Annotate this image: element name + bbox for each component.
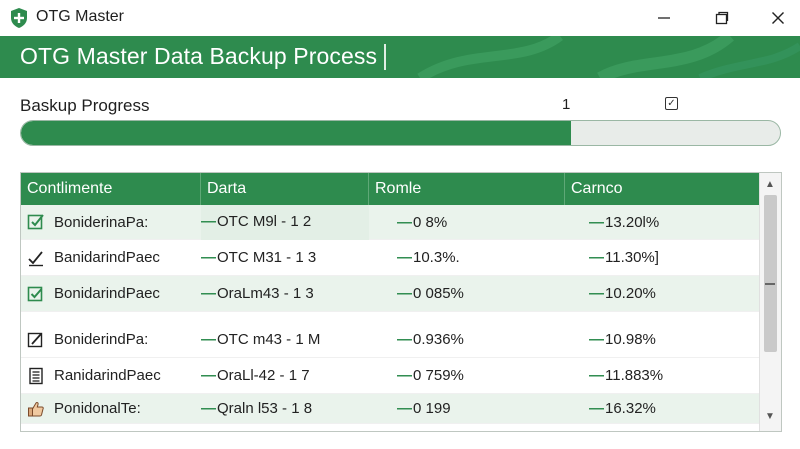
dash-marker: —: [201, 249, 216, 266]
row-change: 11.883%: [605, 367, 664, 384]
edit-check-icon: [27, 214, 44, 230]
dash-marker: —: [397, 400, 412, 417]
dash-marker: —: [201, 367, 216, 384]
dash-marker: —: [201, 331, 216, 348]
page-title: OTG Master Data Backup Process: [20, 43, 378, 69]
backup-table: Contlimente Darta Romle Carnco Boniderin…: [20, 172, 782, 432]
shield-plus-icon: [11, 8, 27, 28]
minimize-icon: [658, 17, 670, 19]
progress-count: 1: [562, 96, 571, 113]
scroll-thumb[interactable]: [764, 195, 777, 352]
row-name: PonidonalTe:: [54, 400, 141, 417]
dash-marker: —: [589, 367, 604, 384]
row-code: OraLm43 - 1 3: [217, 285, 314, 302]
dash-marker: —: [589, 331, 604, 348]
row-rate: 0.936%: [413, 331, 464, 348]
column-header-data[interactable]: Darta: [201, 173, 369, 205]
table-row[interactable]: BoniderindPa: —OTC m43 - 1 M —0.936% —10…: [21, 322, 759, 358]
check-box-icon: [27, 286, 43, 301]
row-name: BoniderinaPa:: [54, 213, 149, 231]
dash-marker: —: [589, 285, 604, 302]
edit-box-icon: [27, 332, 43, 347]
dash-marker: —: [397, 249, 412, 266]
maximize-button[interactable]: [702, 4, 742, 32]
column-header-rome[interactable]: Romle: [369, 173, 565, 205]
row-code: OraLl-42 - 1 7: [217, 367, 310, 384]
row-rate: 0 8%: [413, 213, 448, 231]
restore-icon: [715, 11, 729, 25]
row-change: 16.32%: [605, 400, 656, 417]
row-name: RanidarindPaec: [54, 367, 161, 384]
dash-marker: —: [589, 400, 604, 417]
progress-fill: [21, 121, 572, 145]
document-list-icon: [29, 367, 43, 384]
row-code: Qraln l53 - 1 8: [217, 400, 313, 417]
dash-marker: —: [397, 213, 412, 231]
row-rate: 0 085%: [413, 285, 464, 302]
dash-marker: —: [589, 213, 604, 231]
close-icon: [772, 12, 784, 24]
table-body: BoniderinaPa: —OTC M9l - 1 2 —0 8% —13.2…: [21, 204, 759, 424]
table-row[interactable]: BonidarindPaec —OraLm43 - 1 3 —0 085% —1…: [21, 276, 759, 312]
text-cursor: [384, 44, 386, 70]
dash-marker: —: [201, 285, 216, 302]
vertical-scrollbar[interactable]: ▲ ▼: [759, 173, 781, 431]
row-name: BonidarindPaec: [54, 285, 160, 302]
table-row[interactable]: BanidarindPaec —OTC M31 - 1 3 —10.3%. —1…: [21, 240, 759, 276]
scroll-up-icon[interactable]: ▲: [765, 179, 775, 190]
app-title: OTG Master: [36, 8, 125, 25]
dash-marker: —: [201, 212, 216, 230]
checkbox-icon[interactable]: ✓: [665, 97, 678, 110]
check-pencil-icon: [28, 250, 43, 266]
page-header: OTG Master Data Backup Process: [0, 36, 800, 78]
row-code: OTC M9l - 1 2: [217, 212, 312, 230]
dash-marker: —: [397, 367, 412, 384]
progress-label: Baskup Progress: [20, 96, 150, 115]
progress-bar: [20, 120, 781, 146]
row-code: OTC m43 - 1 M: [217, 331, 321, 348]
row-change: 11.30%]: [605, 249, 659, 266]
dash-marker: —: [397, 285, 412, 302]
thumbs-up-icon: [28, 401, 44, 416]
row-rate: 10.3%.: [413, 249, 460, 266]
table-header: Contlimente Darta Romle Carnco: [21, 173, 759, 205]
column-header-continente[interactable]: Contlimente: [21, 173, 201, 205]
dash-marker: —: [397, 331, 412, 348]
row-name: BanidarindPaec: [54, 249, 160, 266]
row-rate: 0 199: [413, 400, 451, 417]
row-name: BoniderindPa:: [54, 331, 149, 348]
row-code: OTC M31 - 1 3: [217, 249, 317, 266]
scroll-grip-icon: [765, 283, 775, 285]
dash-marker: —: [201, 400, 216, 417]
dash-marker: —: [589, 249, 604, 266]
row-rate: 0 759%: [413, 367, 464, 384]
scroll-down-icon[interactable]: ▼: [765, 411, 775, 422]
row-change: 10.20%: [605, 285, 656, 302]
column-header-carnco[interactable]: Carnco: [565, 173, 759, 205]
row-change: 13.20l%: [605, 213, 660, 231]
minimize-button[interactable]: [644, 4, 684, 32]
row-change: 10.98%: [605, 331, 656, 348]
table-row[interactable]: BoniderinaPa: —OTC M9l - 1 2 —0 8% —13.2…: [21, 204, 759, 240]
table-row[interactable]: RanidarindPaec —OraLl-42 - 1 7 —0 759% —…: [21, 358, 759, 394]
table-row[interactable]: PonidonalTe: —Qraln l53 - 1 8 —0 199 —16…: [21, 394, 759, 424]
title-bar: OTG Master: [0, 0, 800, 36]
close-button[interactable]: [758, 4, 798, 32]
